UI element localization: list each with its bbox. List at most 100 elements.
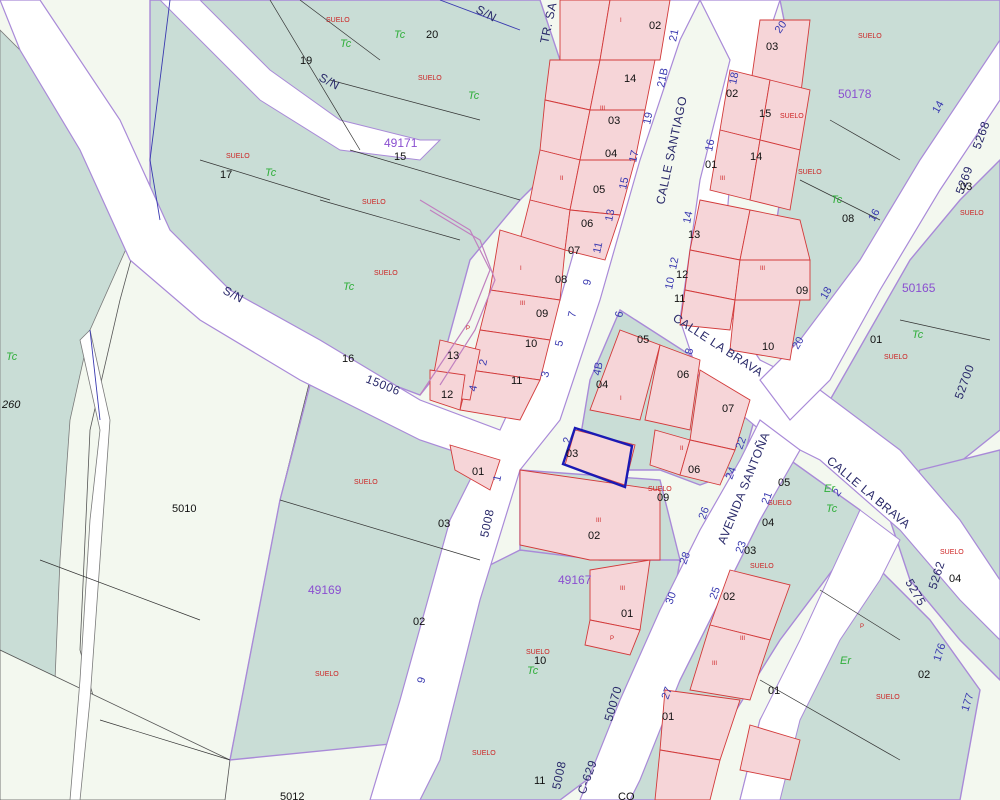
- building[interactable]: [589, 559, 651, 631]
- house-number: 12: [667, 256, 681, 270]
- parcel-num: 03: [608, 115, 620, 127]
- parcel-num: 11: [674, 293, 685, 305]
- house-number: 13: [603, 208, 617, 222]
- building-mark: III: [760, 266, 765, 272]
- parcel-num: 04: [596, 379, 608, 391]
- house-number: 18: [727, 71, 741, 85]
- parcel-num: 02: [723, 591, 735, 603]
- parcel-num: 02: [588, 530, 600, 542]
- building-mark: P: [466, 326, 470, 332]
- parcel-num: 02: [413, 616, 425, 628]
- parcel-num: CO: [618, 791, 635, 800]
- use-tc: Tc: [6, 351, 18, 363]
- building-mark: III: [600, 106, 605, 112]
- building-mark: III: [596, 518, 601, 524]
- parcel-num: 01: [768, 685, 780, 697]
- use-tc: Tc: [831, 194, 843, 206]
- suelo-label: SUELO: [354, 479, 378, 486]
- parcel-num: 09: [536, 308, 548, 320]
- use-tc: Tc: [340, 38, 352, 50]
- parcel-num: 06: [677, 369, 689, 381]
- house-number: 11: [591, 241, 605, 255]
- building-mark: III: [620, 586, 625, 592]
- cadastral-map[interactable]: TR. SA S/N S/N S/N CALLE SANTIAGO CALLE …: [0, 0, 1000, 800]
- parcel-num: 20: [426, 29, 438, 41]
- parcel-num: 07: [568, 245, 580, 257]
- parcel-num: 02: [649, 20, 661, 32]
- suelo-label: SUELO: [750, 563, 774, 570]
- parcel-num: 01: [472, 466, 484, 478]
- house-number: 21: [667, 28, 681, 42]
- suelo-label: SUELO: [315, 671, 339, 678]
- building-mark: III: [520, 301, 525, 307]
- use-tc: Tc: [527, 665, 539, 677]
- parcel-num: 05: [593, 184, 605, 196]
- suelo-label: SUELO: [798, 169, 822, 176]
- suelo-label: SUELO: [884, 354, 908, 361]
- parcel-num: 01: [870, 334, 882, 346]
- block-label-5010: 5010: [172, 503, 196, 515]
- building-mark: III: [712, 661, 717, 667]
- parcel-num: 02: [918, 669, 930, 681]
- suelo-label: SUELO: [326, 17, 350, 24]
- suelo-label: SUELO: [780, 113, 804, 120]
- suelo-label: SUELO: [940, 549, 964, 556]
- parcel-num: 260: [1, 399, 21, 411]
- block-label-50165: 50165: [902, 281, 936, 295]
- parcel-num: 09: [657, 492, 669, 504]
- building-mark: P: [610, 636, 614, 642]
- building-mark: II: [680, 446, 684, 452]
- suelo-label: SUELO: [876, 694, 900, 701]
- house-number: 19: [641, 111, 655, 125]
- building-mark: III: [720, 176, 725, 182]
- block-label-49169: 49169: [308, 583, 342, 597]
- parcel-num: 08: [555, 274, 567, 286]
- parcel-num: 15: [394, 151, 406, 163]
- parcel-num: 11: [511, 375, 522, 387]
- suelo-label: SUELO: [858, 33, 882, 40]
- map-canvas: TR. SA S/N S/N S/N CALLE SANTIAGO CALLE …: [0, 0, 1000, 800]
- suelo-label: SUELO: [526, 649, 550, 656]
- house-number: 16: [703, 138, 717, 152]
- parcel-num: 03: [960, 181, 972, 193]
- parcel-num: 03: [766, 41, 778, 53]
- building-mark: P: [860, 624, 864, 630]
- suelo-label: SUELO: [418, 75, 442, 82]
- suelo-label: SUELO: [960, 210, 984, 217]
- parcel-num: 10: [762, 341, 774, 353]
- suelo-label: SUELO: [472, 750, 496, 757]
- block-label-49167: 49167: [558, 573, 592, 587]
- suelo-label: SUELO: [362, 199, 386, 206]
- parcel-num: 04: [762, 517, 774, 529]
- building[interactable]: [589, 59, 656, 111]
- parcel-num: 13: [688, 229, 700, 241]
- suelo-label: SUELO: [374, 270, 398, 277]
- use-tc: Tc: [394, 29, 406, 41]
- use-tc: Tc: [343, 281, 355, 293]
- parcel-num: 06: [581, 218, 593, 230]
- parcel-num: 04: [949, 573, 961, 585]
- parcel-num: 16: [342, 353, 354, 365]
- parcel-num: 14: [750, 151, 762, 163]
- house-number: 14: [681, 210, 695, 224]
- suelo-label: SUELO: [648, 486, 672, 493]
- parcel-num: 09: [796, 285, 808, 297]
- use-er: Er: [840, 655, 852, 667]
- use-tc: Tc: [265, 167, 277, 179]
- parcel-num: 03: [438, 518, 450, 530]
- use-tc: Tc: [912, 329, 924, 341]
- parcel-num: 14: [624, 73, 636, 85]
- parcel-num: 02: [726, 88, 738, 100]
- house-number: 15: [617, 176, 631, 190]
- house-number: 17: [627, 149, 641, 163]
- use-tc: Tc: [826, 503, 838, 515]
- parcel-num: 07: [722, 403, 734, 415]
- parcel-num: 19: [300, 55, 312, 67]
- block-label-50178: 50178: [838, 87, 872, 101]
- parcel-num: 01: [705, 159, 717, 171]
- parcel-num: 01: [621, 608, 633, 620]
- parcel-num: 17: [220, 169, 232, 181]
- parcel-num: 08: [842, 213, 854, 225]
- parcel-num: 04: [605, 148, 617, 160]
- parcel-num: 05: [778, 477, 790, 489]
